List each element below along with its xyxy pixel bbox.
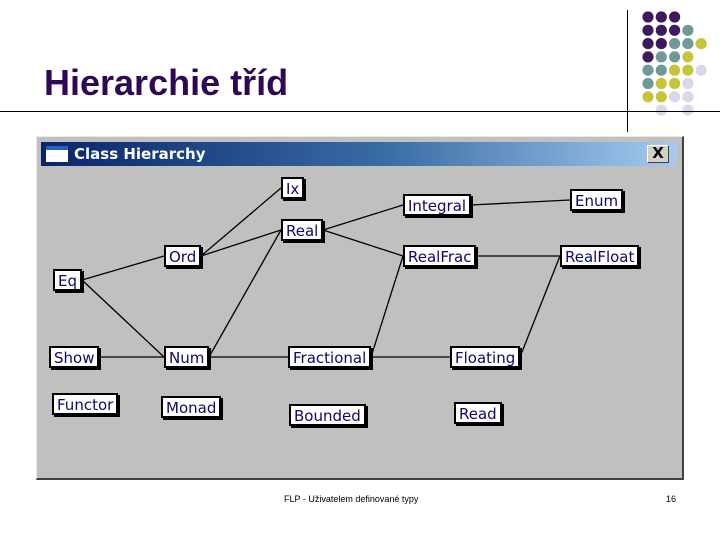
edge-fractional-realfrac [370,255,404,358]
edge-integral-enum [470,199,571,206]
class-hierarchy-window: Class Hierarchy X Ix Integral Enum Real Ord R… [36,136,684,480]
decorative-dot [655,64,667,76]
decorative-dot [682,38,694,50]
decorative-dot [642,11,654,23]
class-node-bounded[interactable]: Bounded [289,404,366,426]
decorative-dot [682,64,694,76]
decorative-dot [669,38,681,50]
decorative-dot [682,91,694,103]
decorative-dot [655,91,667,103]
decorative-dot [655,24,667,36]
class-node-realfrac[interactable]: RealFrac [403,245,477,267]
class-node-num[interactable]: Num [164,346,210,368]
class-node-floating[interactable]: Floating [450,346,521,368]
decorative-dot [655,77,667,90]
decorative-dot [695,38,707,50]
decorative-dot [669,91,681,103]
edge-ord-ix [200,187,282,257]
decorative-dot [642,51,654,63]
class-node-show[interactable]: Show [49,346,100,368]
class-node-integral[interactable]: Integral [403,194,472,216]
decorative-dot [682,51,694,63]
edge-real-realfrac [322,229,404,257]
decorative-dot [669,11,681,23]
edge-layer [81,187,571,358]
class-node-monad[interactable]: Monad [161,396,222,418]
edge-eq-ord [81,255,165,281]
decorative-dot [669,64,681,76]
decorative-dot [642,38,654,50]
class-node-ord[interactable]: Ord [164,245,202,267]
decorative-dot [655,51,667,63]
class-node-ix[interactable]: Ix [281,177,305,199]
decorative-dot [669,24,681,36]
title-underline [0,111,720,112]
close-button[interactable]: X [647,145,669,163]
slide-title: Hierarchie tříd [44,62,289,103]
hierarchy-canvas: Ix Integral Enum Real Ord RealFrac RealFloat Eq… [41,167,677,473]
decorative-dot [669,77,681,90]
decorative-dot [695,64,707,76]
class-node-read[interactable]: Read [454,402,502,424]
class-node-eq[interactable]: Eq [53,269,82,291]
class-node-enum[interactable]: Enum [570,189,624,211]
page-number: 16 [666,494,677,504]
decorative-dot [642,64,654,76]
decorative-dot [682,24,694,36]
window-icon [46,146,68,162]
class-node-realfloat[interactable]: RealFloat [560,245,640,267]
slide-footer: FLP - Uživatelem definované typy [284,494,419,504]
decorative-dot [682,77,694,90]
edge-real-integral [322,204,404,231]
decorative-dot [655,38,667,50]
edge-floating-realfloat [519,255,561,358]
window-titlebar[interactable]: Class Hierarchy X [41,142,677,166]
decorative-dot [642,24,654,36]
decorative-dot [642,77,654,90]
class-node-real[interactable]: Real [281,219,324,241]
edge-num-real [208,229,282,358]
class-node-fractional[interactable]: Fractional [288,346,372,368]
decorative-dot [669,51,681,63]
window-title: Class Hierarchy [74,145,206,163]
decorative-vertical-rule [627,10,628,132]
decorative-dot [642,91,654,103]
decorative-dot [655,11,667,23]
class-node-functor[interactable]: Functor [52,393,119,415]
